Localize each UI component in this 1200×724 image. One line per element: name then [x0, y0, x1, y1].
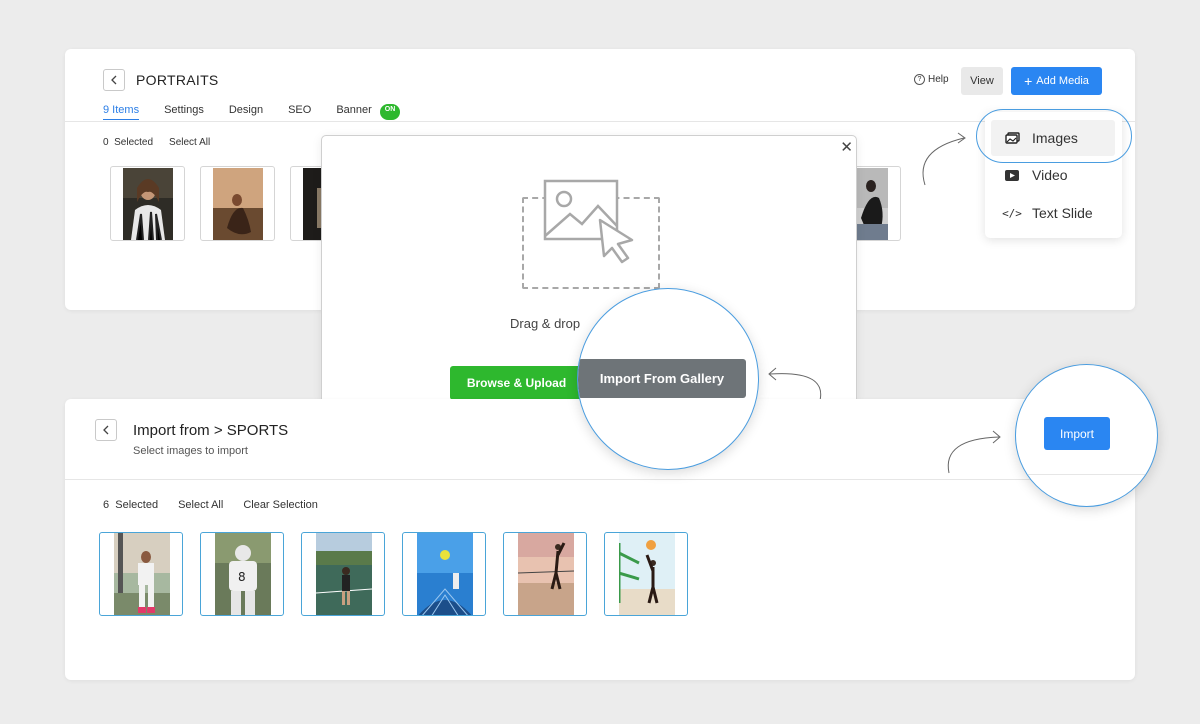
- drag-drop-text: Drag & drop: [510, 316, 581, 331]
- selected-counter: 6 Selected: [103, 499, 159, 511]
- import-callout: Import: [1015, 364, 1158, 507]
- plus-icon: +: [1024, 73, 1033, 89]
- selection-bar: 0 Selected Select All: [103, 137, 210, 148]
- sports-thumbnail[interactable]: [402, 532, 486, 616]
- import-subtitle: Select images to import: [133, 445, 248, 457]
- page-title: PORTRAITS: [136, 72, 219, 88]
- portrait-thumbnail[interactable]: [290, 166, 325, 241]
- portrait-photo: [855, 168, 888, 240]
- svg-text:8: 8: [238, 570, 246, 584]
- chevron-left-icon: [111, 75, 117, 85]
- sports-thumbnail[interactable]: [604, 532, 688, 616]
- sports-photo: [114, 533, 170, 615]
- chevron-left-icon: [103, 425, 109, 435]
- tab-bar: 9 Items Settings Design SEO Banner ON: [103, 104, 401, 120]
- import-title: Import from > SPORTS: [133, 422, 289, 439]
- back-button[interactable]: [103, 69, 125, 91]
- curved-arrow-icon: [922, 132, 966, 186]
- clear-selection-link[interactable]: Clear Selection: [243, 499, 318, 511]
- tab-settings[interactable]: Settings: [164, 104, 204, 120]
- video-icon: [1003, 169, 1021, 181]
- add-media-button[interactable]: + Add Media: [1011, 67, 1102, 95]
- tab-seo[interactable]: SEO: [288, 104, 311, 120]
- portrait-photo: [123, 168, 173, 240]
- image-upload-icon: [543, 179, 634, 264]
- divider: [65, 479, 1135, 480]
- sports-thumbnail[interactable]: [99, 532, 183, 616]
- portrait-photo: [213, 168, 263, 240]
- help-link[interactable]: ? Help: [914, 74, 949, 85]
- portrait-thumbnail[interactable]: [110, 166, 185, 241]
- sports-photo: [619, 533, 675, 615]
- select-all-link[interactable]: Select All: [178, 499, 223, 511]
- menu-item-label: Text Slide: [1032, 205, 1093, 221]
- tab-banner[interactable]: Banner: [336, 104, 371, 120]
- portrait-thumbnail[interactable]: [200, 166, 275, 241]
- help-circle-icon: ?: [914, 74, 925, 85]
- tab-items[interactable]: 9 Items: [103, 104, 140, 120]
- sports-photo: [417, 533, 473, 615]
- sports-thumbnail[interactable]: 8: [200, 532, 284, 616]
- add-media-label: Add Media: [1036, 75, 1089, 87]
- divider: [1016, 474, 1157, 475]
- sports-thumbnail[interactable]: [503, 532, 587, 616]
- divider: [65, 121, 1135, 122]
- close-icon[interactable]: ✕: [840, 138, 853, 156]
- portrait-thumbnail[interactable]: [855, 166, 901, 241]
- drag-drop-text: Drag & drop: [578, 316, 581, 331]
- menu-item-text-slide[interactable]: </> Text Slide: [985, 195, 1122, 231]
- banner-on-badge: ON: [379, 104, 401, 120]
- sports-thumbnail[interactable]: [301, 532, 385, 616]
- select-all-link[interactable]: Select All: [169, 137, 210, 148]
- selection-bar: 6 Selected Select All Clear Selection: [103, 499, 318, 511]
- curved-arrow-icon: [947, 430, 1001, 474]
- help-label: Help: [928, 74, 949, 85]
- tab-design[interactable]: Design: [229, 104, 263, 120]
- sports-photo: 8: [215, 533, 271, 615]
- back-button[interactable]: [95, 419, 117, 441]
- browse-upload-button[interactable]: Browse & Upload: [450, 366, 583, 400]
- import-button[interactable]: Import: [1044, 417, 1110, 450]
- selected-counter: 0 Selected: [103, 137, 154, 148]
- sports-photo: [518, 533, 574, 615]
- code-icon: </>: [1002, 206, 1022, 220]
- view-button[interactable]: View: [961, 67, 1003, 95]
- sports-photo: [316, 533, 372, 615]
- images-highlight-ring: [976, 109, 1132, 163]
- import-from-gallery-button[interactable]: Import From Gallery: [578, 359, 746, 398]
- gallery-callout: Drag & drop Import From Gallery: [577, 288, 759, 470]
- menu-item-label: Video: [1032, 167, 1068, 183]
